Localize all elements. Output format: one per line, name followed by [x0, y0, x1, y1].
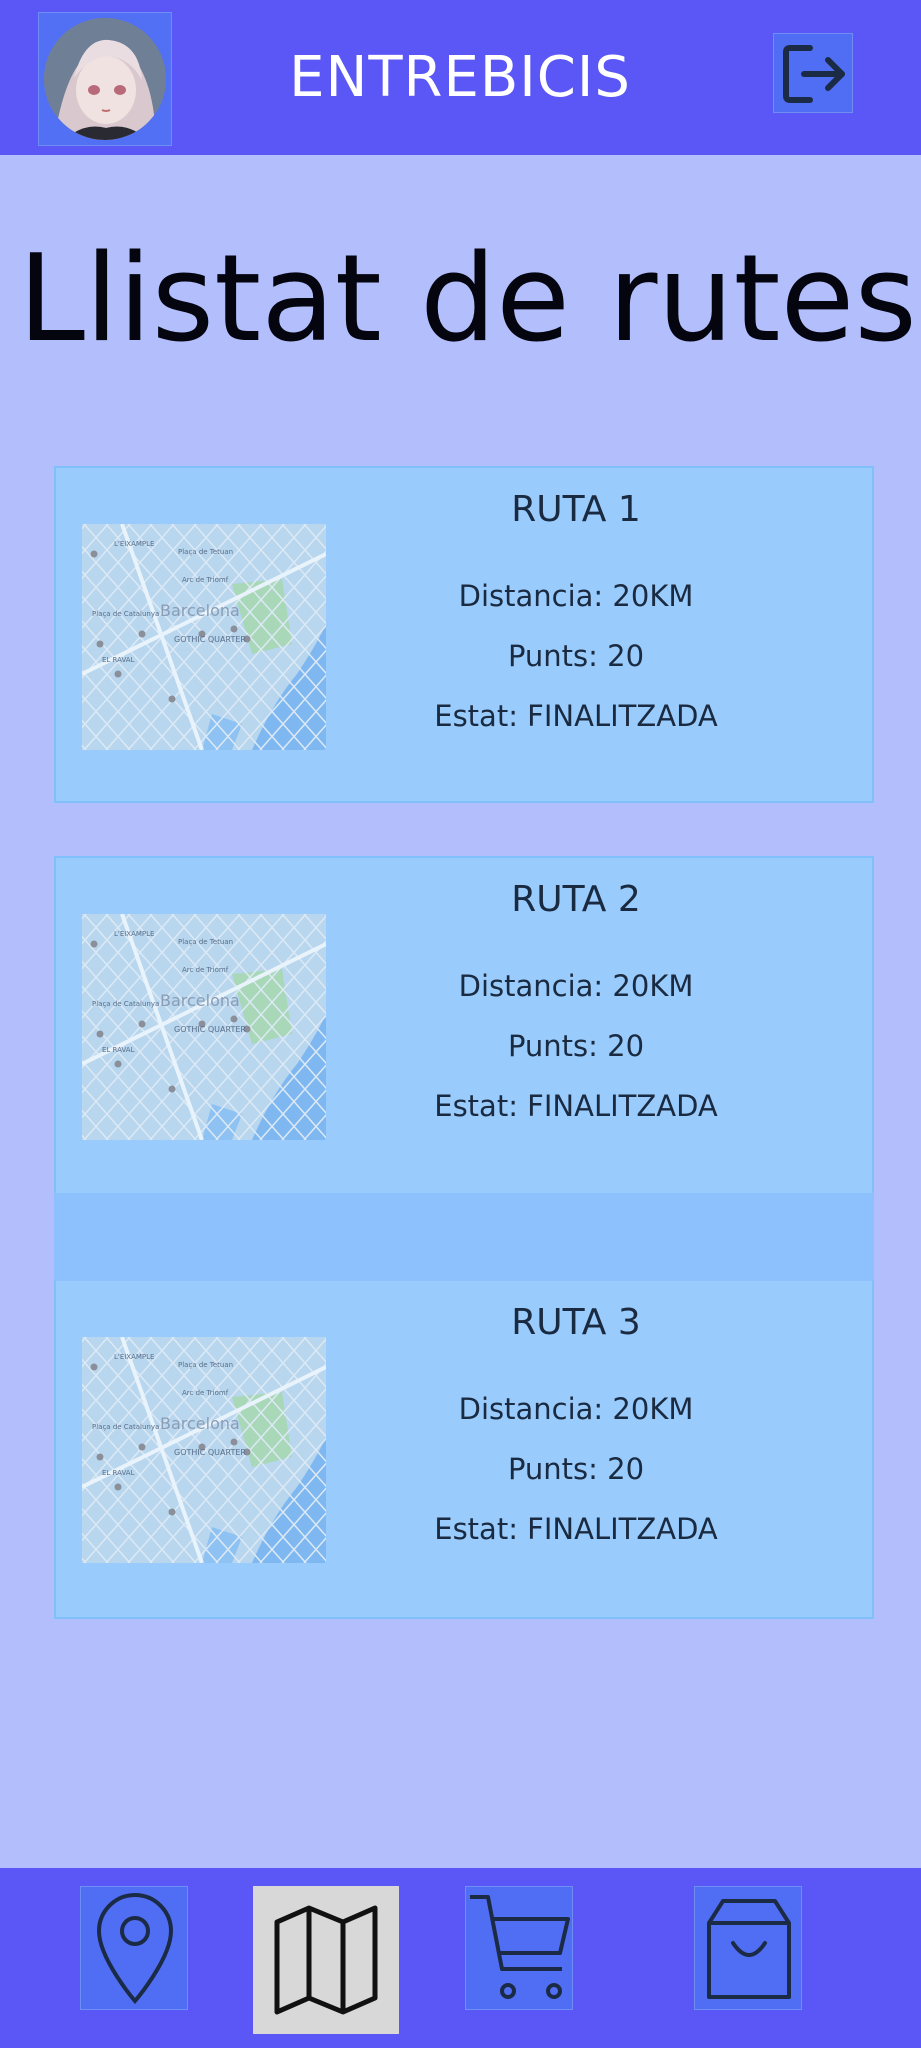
map-label: Plaça de Catalunya	[92, 1000, 159, 1008]
route-distance: Distancia: 20KM	[458, 579, 694, 613]
route-card[interactable]: Barcelona GOTHIC QUARTER EL RAVAL Plaça de …	[54, 466, 874, 803]
route-status: Estat: FINALITZADA	[434, 699, 718, 733]
location-pin-icon	[96, 1893, 174, 2005]
shopping-cart-icon	[470, 1895, 570, 1999]
map-label: Plaça de Tetuan	[178, 1361, 233, 1369]
top-bar: ENTREBICIS	[0, 0, 921, 155]
map-label: Plaça de Catalunya	[92, 610, 159, 618]
nav-location-button[interactable]	[80, 1886, 188, 2010]
route-name: RUTA 3	[511, 1302, 641, 1343]
map-icon	[274, 1905, 378, 2015]
app-title: ENTREBICIS	[289, 45, 631, 110]
route-map-image: Barcelona GOTHIC QUARTER EL RAVAL Plaça de …	[82, 524, 326, 750]
page-title: Llistat de rutes	[18, 230, 917, 369]
map-label: Barcelona	[160, 991, 240, 1010]
card-separator	[54, 1193, 874, 1281]
route-points: Punts: 20	[507, 1452, 645, 1486]
bottom-nav-bar	[0, 1868, 921, 2048]
shopping-bag-icon	[707, 1899, 791, 1999]
map-label: GOTHIC QUARTER	[174, 1448, 246, 1457]
nav-cart-button[interactable]	[465, 1886, 573, 2010]
map-label: L'EIXAMPLE	[114, 1353, 154, 1361]
map-label: GOTHIC QUARTER	[174, 1025, 246, 1034]
route-points: Punts: 20	[507, 639, 645, 673]
route-map-image: Barcelona GOTHIC QUARTER EL RAVAL Plaça de …	[82, 914, 326, 1140]
map-label: Plaça de Tetuan	[178, 938, 233, 946]
map-label: Barcelona	[160, 601, 240, 620]
route-distance: Distancia: 20KM	[458, 1392, 694, 1426]
map-label: Arc de Triomf	[182, 1389, 229, 1397]
route-map-image: Barcelona GOTHIC QUARTER EL RAVAL Plaça de …	[82, 1337, 326, 1563]
map-label: L'EIXAMPLE	[114, 930, 154, 938]
map-graphic: Barcelona GOTHIC QUARTER EL RAVAL Plaça de …	[82, 914, 326, 1140]
route-status: Estat: FINALITZADA	[434, 1089, 718, 1123]
nav-shop-button[interactable]	[694, 1886, 802, 2010]
map-label: Plaça de Catalunya	[92, 1423, 159, 1431]
user-avatar	[44, 18, 166, 140]
route-name: RUTA 2	[511, 879, 641, 920]
map-graphic: Barcelona GOTHIC QUARTER EL RAVAL Plaça de …	[82, 1337, 326, 1563]
map-label: EL RAVAL	[102, 656, 135, 664]
map-label: L'EIXAMPLE	[114, 540, 154, 548]
route-name: RUTA 1	[511, 489, 641, 530]
map-label: Arc de Triomf	[182, 966, 229, 974]
logout-icon	[783, 45, 845, 103]
map-label: Barcelona	[160, 1414, 240, 1433]
map-graphic: Barcelona GOTHIC QUARTER EL RAVAL Plaça de …	[82, 524, 326, 750]
map-label: EL RAVAL	[102, 1469, 135, 1477]
route-card[interactable]: Barcelona GOTHIC QUARTER EL RAVAL Plaça de …	[54, 1281, 874, 1619]
route-points: Punts: 20	[507, 1029, 645, 1063]
route-card[interactable]: Barcelona GOTHIC QUARTER EL RAVAL Plaça de …	[54, 856, 874, 1193]
logout-button[interactable]	[773, 33, 853, 113]
map-label: Plaça de Tetuan	[178, 548, 233, 556]
nav-map-button[interactable]	[253, 1886, 399, 2034]
avatar-button[interactable]	[38, 12, 172, 146]
map-label: Arc de Triomf	[182, 576, 229, 584]
map-label: GOTHIC QUARTER	[174, 635, 246, 644]
map-label: EL RAVAL	[102, 1046, 135, 1054]
route-distance: Distancia: 20KM	[458, 969, 694, 1003]
route-status: Estat: FINALITZADA	[434, 1512, 718, 1546]
